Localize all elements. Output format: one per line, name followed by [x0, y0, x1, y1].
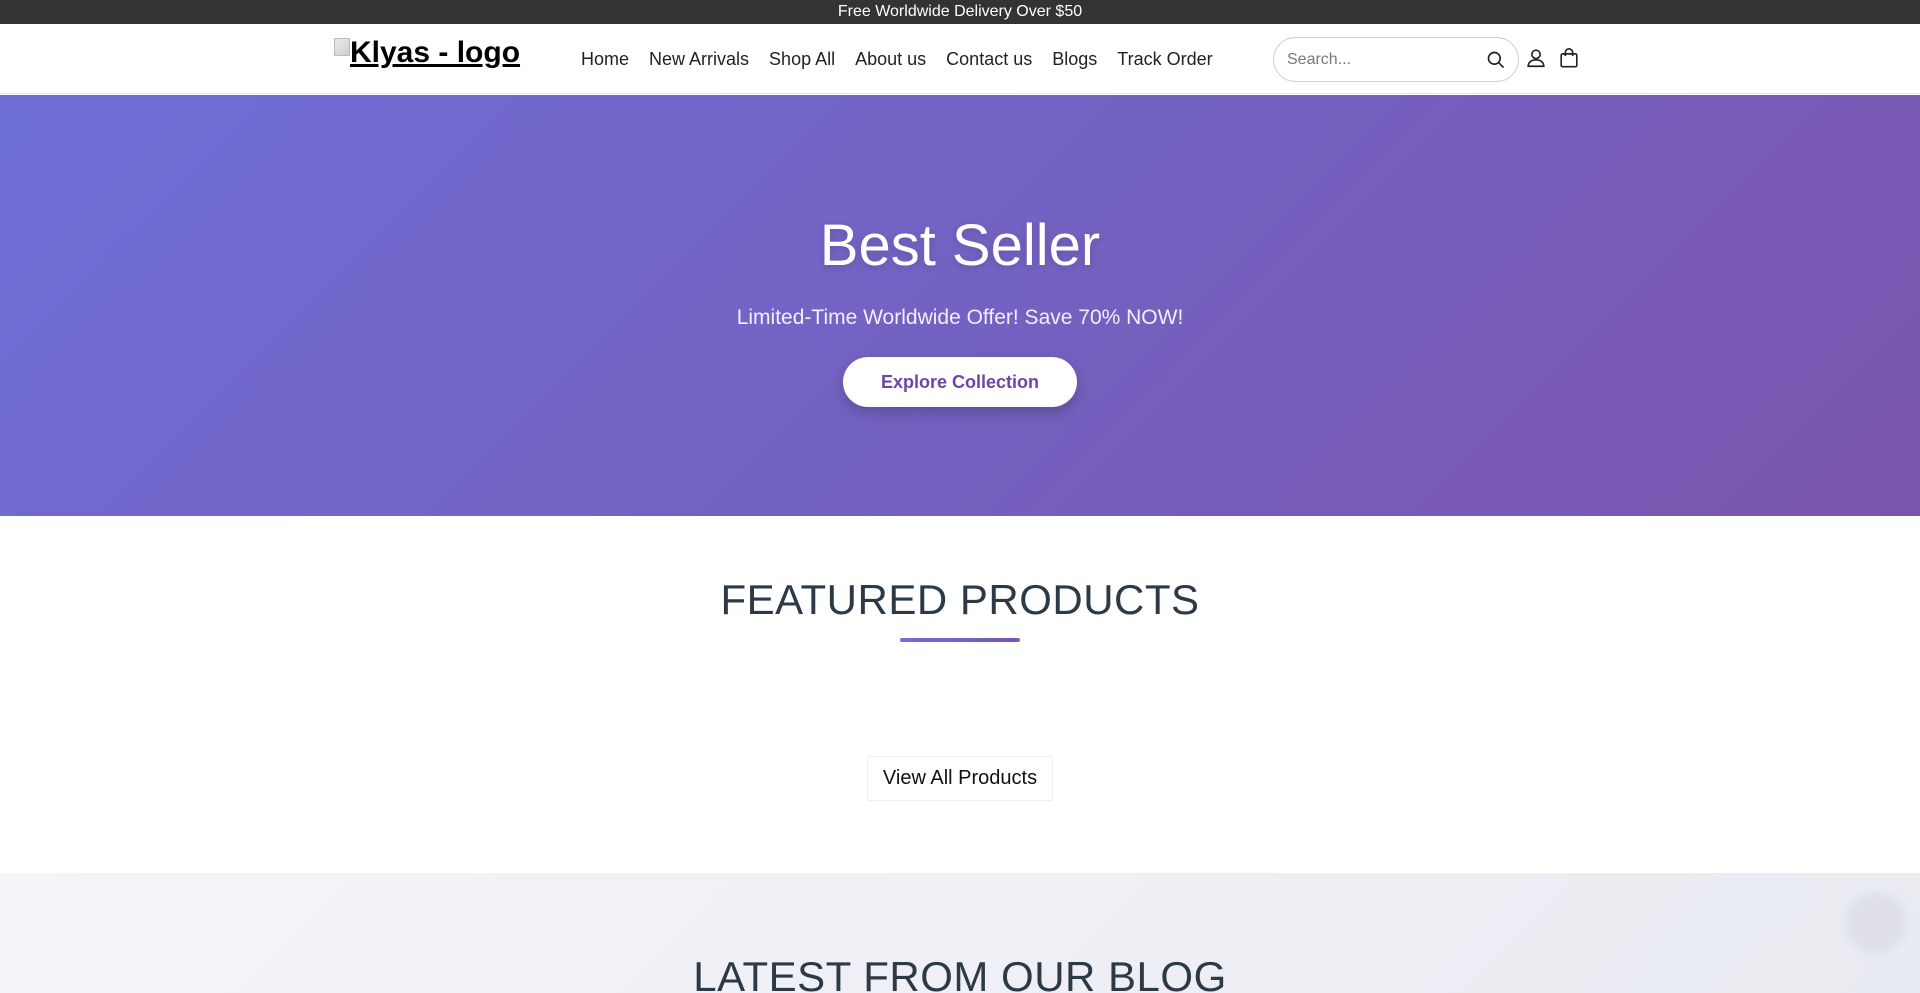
- announcement-bar: Free Worldwide Delivery Over $50: [0, 0, 1920, 24]
- hero-title: Best Seller: [819, 213, 1101, 278]
- heading-underline: [900, 638, 1020, 642]
- featured-products-heading: FEATURED PRODUCTS: [720, 576, 1200, 623]
- nav-new-arrivals[interactable]: New Arrivals: [649, 49, 749, 70]
- logo-link[interactable]: Klyas - logo: [334, 36, 520, 70]
- chat-widget-icon[interactable]: [1846, 893, 1906, 953]
- blog-heading: LATEST FROM OUR BLOG: [693, 953, 1227, 993]
- site-header: Klyas - logo Home New Arrivals Shop All …: [0, 24, 1920, 94]
- nav-track-order[interactable]: Track Order: [1117, 49, 1212, 70]
- nav-shop-all[interactable]: Shop All: [769, 49, 835, 70]
- explore-collection-button[interactable]: Explore Collection: [843, 357, 1077, 407]
- featured-products-section: FEATURED PRODUCTS View All Products: [0, 516, 1920, 873]
- nav-about-us[interactable]: About us: [855, 49, 926, 70]
- logo-alt-text: Klyas - logo: [350, 36, 521, 69]
- search-input[interactable]: [1287, 50, 1477, 69]
- nav-blogs[interactable]: Blogs: [1052, 49, 1097, 70]
- hero-subtitle: Limited-Time Worldwide Offer! Save 70% N…: [736, 306, 1184, 329]
- view-all-products-button[interactable]: View All Products: [867, 756, 1053, 801]
- search-box: [1273, 37, 1519, 82]
- broken-image-icon: [334, 38, 350, 56]
- hero-banner: Best Seller Limited-Time Worldwide Offer…: [0, 95, 1920, 516]
- nav-contact-us[interactable]: Contact us: [946, 49, 1032, 70]
- shopping-bag-icon[interactable]: [1558, 47, 1580, 69]
- announcement-text: Free Worldwide Delivery Over $50: [837, 3, 1083, 20]
- nav-home[interactable]: Home: [581, 49, 629, 70]
- user-icon[interactable]: [1525, 47, 1547, 69]
- main-nav: Home New Arrivals Shop All About us Cont…: [581, 24, 1233, 94]
- search-icon[interactable]: [1486, 50, 1506, 70]
- blog-section: LATEST FROM OUR BLOG: [0, 873, 1920, 993]
